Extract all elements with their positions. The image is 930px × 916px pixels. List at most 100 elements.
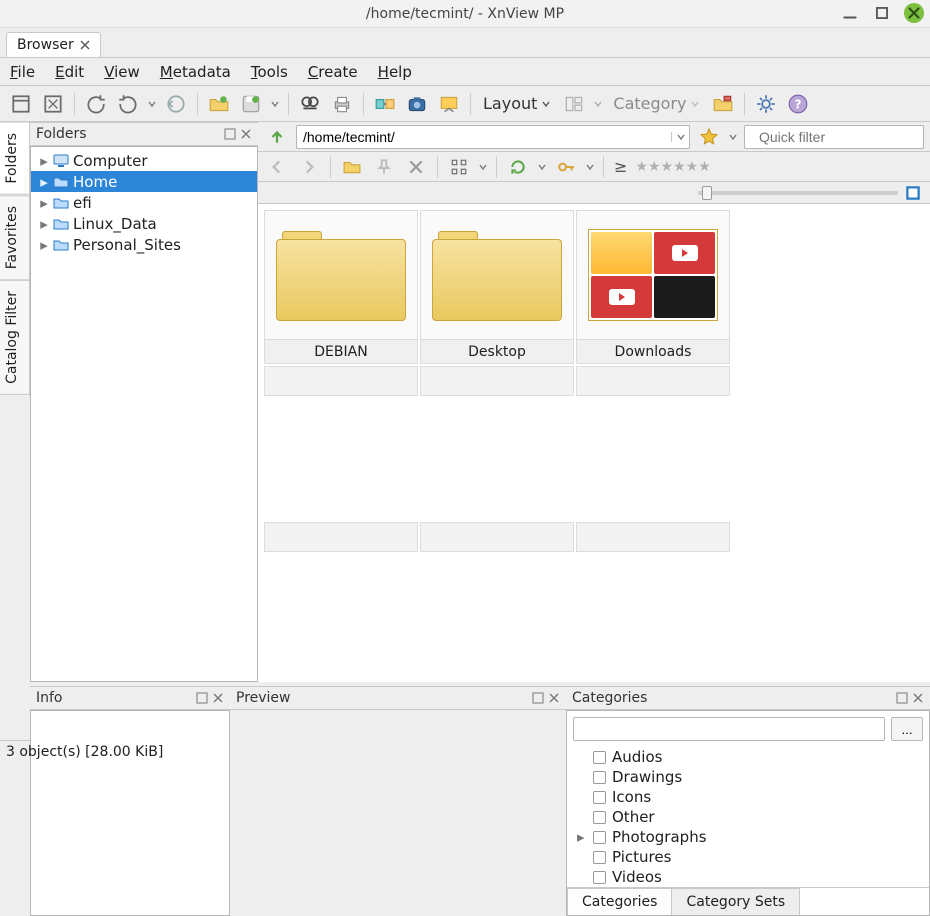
snapshot-button[interactable] <box>404 91 430 117</box>
undo-button[interactable] <box>163 91 189 117</box>
thumbnail-view[interactable]: DEBIAN Desktop Downloa <box>258 204 930 682</box>
rating-filter[interactable]: ★ ★ ★ ★ ★ ★ <box>635 159 710 175</box>
star-icon[interactable]: ★ <box>673 159 686 175</box>
checkbox-icon[interactable] <box>593 771 606 784</box>
view-mode-more-icon[interactable] <box>478 162 488 172</box>
tree-item-efi[interactable]: ▸ efi <box>31 192 257 213</box>
menu-tools[interactable]: Tools <box>249 60 290 84</box>
minimize-button[interactable] <box>840 3 860 23</box>
menu-help[interactable]: Help <box>376 60 414 84</box>
menu-view[interactable]: View <box>102 60 142 84</box>
favorites-star-button[interactable] <box>696 124 722 150</box>
nav-up-button[interactable] <box>264 124 290 150</box>
refresh-more-icon[interactable] <box>537 162 547 172</box>
delete-button[interactable] <box>403 154 429 180</box>
checkbox-icon[interactable] <box>593 811 606 824</box>
menu-file[interactable]: File <box>8 60 37 84</box>
checkbox-icon[interactable] <box>593 851 606 864</box>
side-tab-catalog[interactable]: Catalog Filter <box>0 280 30 395</box>
quick-filter-input[interactable] <box>757 128 930 146</box>
thumb-item[interactable]: Downloads <box>576 210 730 364</box>
checkbox-icon[interactable] <box>593 871 606 884</box>
star-icon[interactable]: ★ <box>661 159 674 175</box>
panel-undock-icon[interactable] <box>196 692 208 704</box>
rotate-ccw-button[interactable] <box>83 91 109 117</box>
category-list[interactable]: Audios Drawings Icons Other ▸Photographs… <box>567 747 929 887</box>
panel-close-icon[interactable] <box>240 128 252 140</box>
path-dropdown-icon[interactable] <box>671 132 689 142</box>
star-icon[interactable]: ★ <box>698 159 711 175</box>
category-item[interactable]: ▸Photographs <box>577 827 919 847</box>
panel-close-icon[interactable] <box>912 692 924 704</box>
settings-button[interactable] <box>753 91 779 117</box>
star-icon[interactable]: ★ <box>635 159 648 175</box>
tree-item-computer[interactable]: ▸ Computer <box>31 150 257 171</box>
rotate-cw-button[interactable] <box>115 91 141 117</box>
print-button[interactable] <box>329 91 355 117</box>
category-search-input[interactable] <box>573 717 885 741</box>
view-mode-button[interactable] <box>446 154 472 180</box>
convert-button[interactable] <box>372 91 398 117</box>
path-entry[interactable] <box>296 125 690 149</box>
key-more-icon[interactable] <box>585 162 595 172</box>
menu-create[interactable]: Create <box>306 60 360 84</box>
star-icon[interactable]: ★ <box>648 159 661 175</box>
side-tab-favorites[interactable]: Favorites <box>0 195 30 280</box>
category-item[interactable]: Drawings <box>577 767 919 787</box>
key-button[interactable] <box>553 154 579 180</box>
layout-dropdown[interactable]: Layout <box>479 94 555 113</box>
checkbox-icon[interactable] <box>593 831 606 844</box>
gte-icon[interactable]: ≥ <box>612 157 629 176</box>
panel-undock-icon[interactable] <box>896 692 908 704</box>
tag-folder-button[interactable] <box>710 91 736 117</box>
favorite-more-icon[interactable] <box>728 132 738 142</box>
thumb-size-slider[interactable] <box>698 191 898 195</box>
nav-back-button[interactable] <box>264 154 290 180</box>
layout-preset-more-icon[interactable] <box>593 99 603 109</box>
nav-forward-button[interactable] <box>296 154 322 180</box>
search-button[interactable] <box>297 91 323 117</box>
slideshow-button[interactable] <box>436 91 462 117</box>
category-browse-button[interactable]: ... <box>891 717 923 741</box>
side-tab-folders[interactable]: Folders <box>0 122 30 195</box>
close-window-button[interactable] <box>904 3 924 23</box>
category-item[interactable]: Pictures <box>577 847 919 867</box>
category-item[interactable]: Videos <box>577 867 919 887</box>
category-item[interactable]: Icons <box>577 787 919 807</box>
layout-preset-button[interactable] <box>561 91 587 117</box>
open-folder-button[interactable] <box>206 91 232 117</box>
help-button[interactable]: ? <box>785 91 811 117</box>
fit-button[interactable] <box>40 91 66 117</box>
category-item[interactable]: Audios <box>577 747 919 767</box>
tab-browser[interactable]: Browser <box>6 32 101 57</box>
close-tab-icon[interactable] <box>80 40 90 50</box>
menu-edit[interactable]: Edit <box>53 60 86 84</box>
panel-close-icon[interactable] <box>212 692 224 704</box>
refresh-button[interactable] <box>505 154 531 180</box>
rotate-more-icon[interactable] <box>147 99 157 109</box>
categories-tab[interactable]: Categories <box>567 888 672 915</box>
tree-item-linuxdata[interactable]: ▸ Linux_Data <box>31 213 257 234</box>
quick-filter[interactable] <box>744 125 924 149</box>
category-sets-tab[interactable]: Category Sets <box>671 888 800 915</box>
maximize-button[interactable] <box>872 3 892 23</box>
panel-undock-icon[interactable] <box>224 128 236 140</box>
save-button[interactable] <box>238 91 264 117</box>
star-icon[interactable]: ★ <box>686 159 699 175</box>
save-more-icon[interactable] <box>270 99 280 109</box>
panel-undock-icon[interactable] <box>532 692 544 704</box>
tree-item-personalsites[interactable]: ▸ Personal_Sites <box>31 234 257 255</box>
checkbox-icon[interactable] <box>593 791 606 804</box>
path-input[interactable] <box>297 129 671 145</box>
fit-window-icon[interactable] <box>904 184 922 202</box>
pin-button[interactable] <box>371 154 397 180</box>
tree-item-home[interactable]: ▸ Home <box>31 171 257 192</box>
panel-close-icon[interactable] <box>548 692 560 704</box>
thumb-item[interactable]: Desktop <box>420 210 574 364</box>
category-item[interactable]: Other <box>577 807 919 827</box>
new-folder-button[interactable] <box>339 154 365 180</box>
folder-tree[interactable]: ▸ Computer ▸ Home ▸ efi <box>31 147 257 258</box>
menu-metadata[interactable]: Metadata <box>158 60 233 84</box>
thumb-item[interactable]: DEBIAN <box>264 210 418 364</box>
category-dropdown[interactable]: Category <box>609 94 704 113</box>
